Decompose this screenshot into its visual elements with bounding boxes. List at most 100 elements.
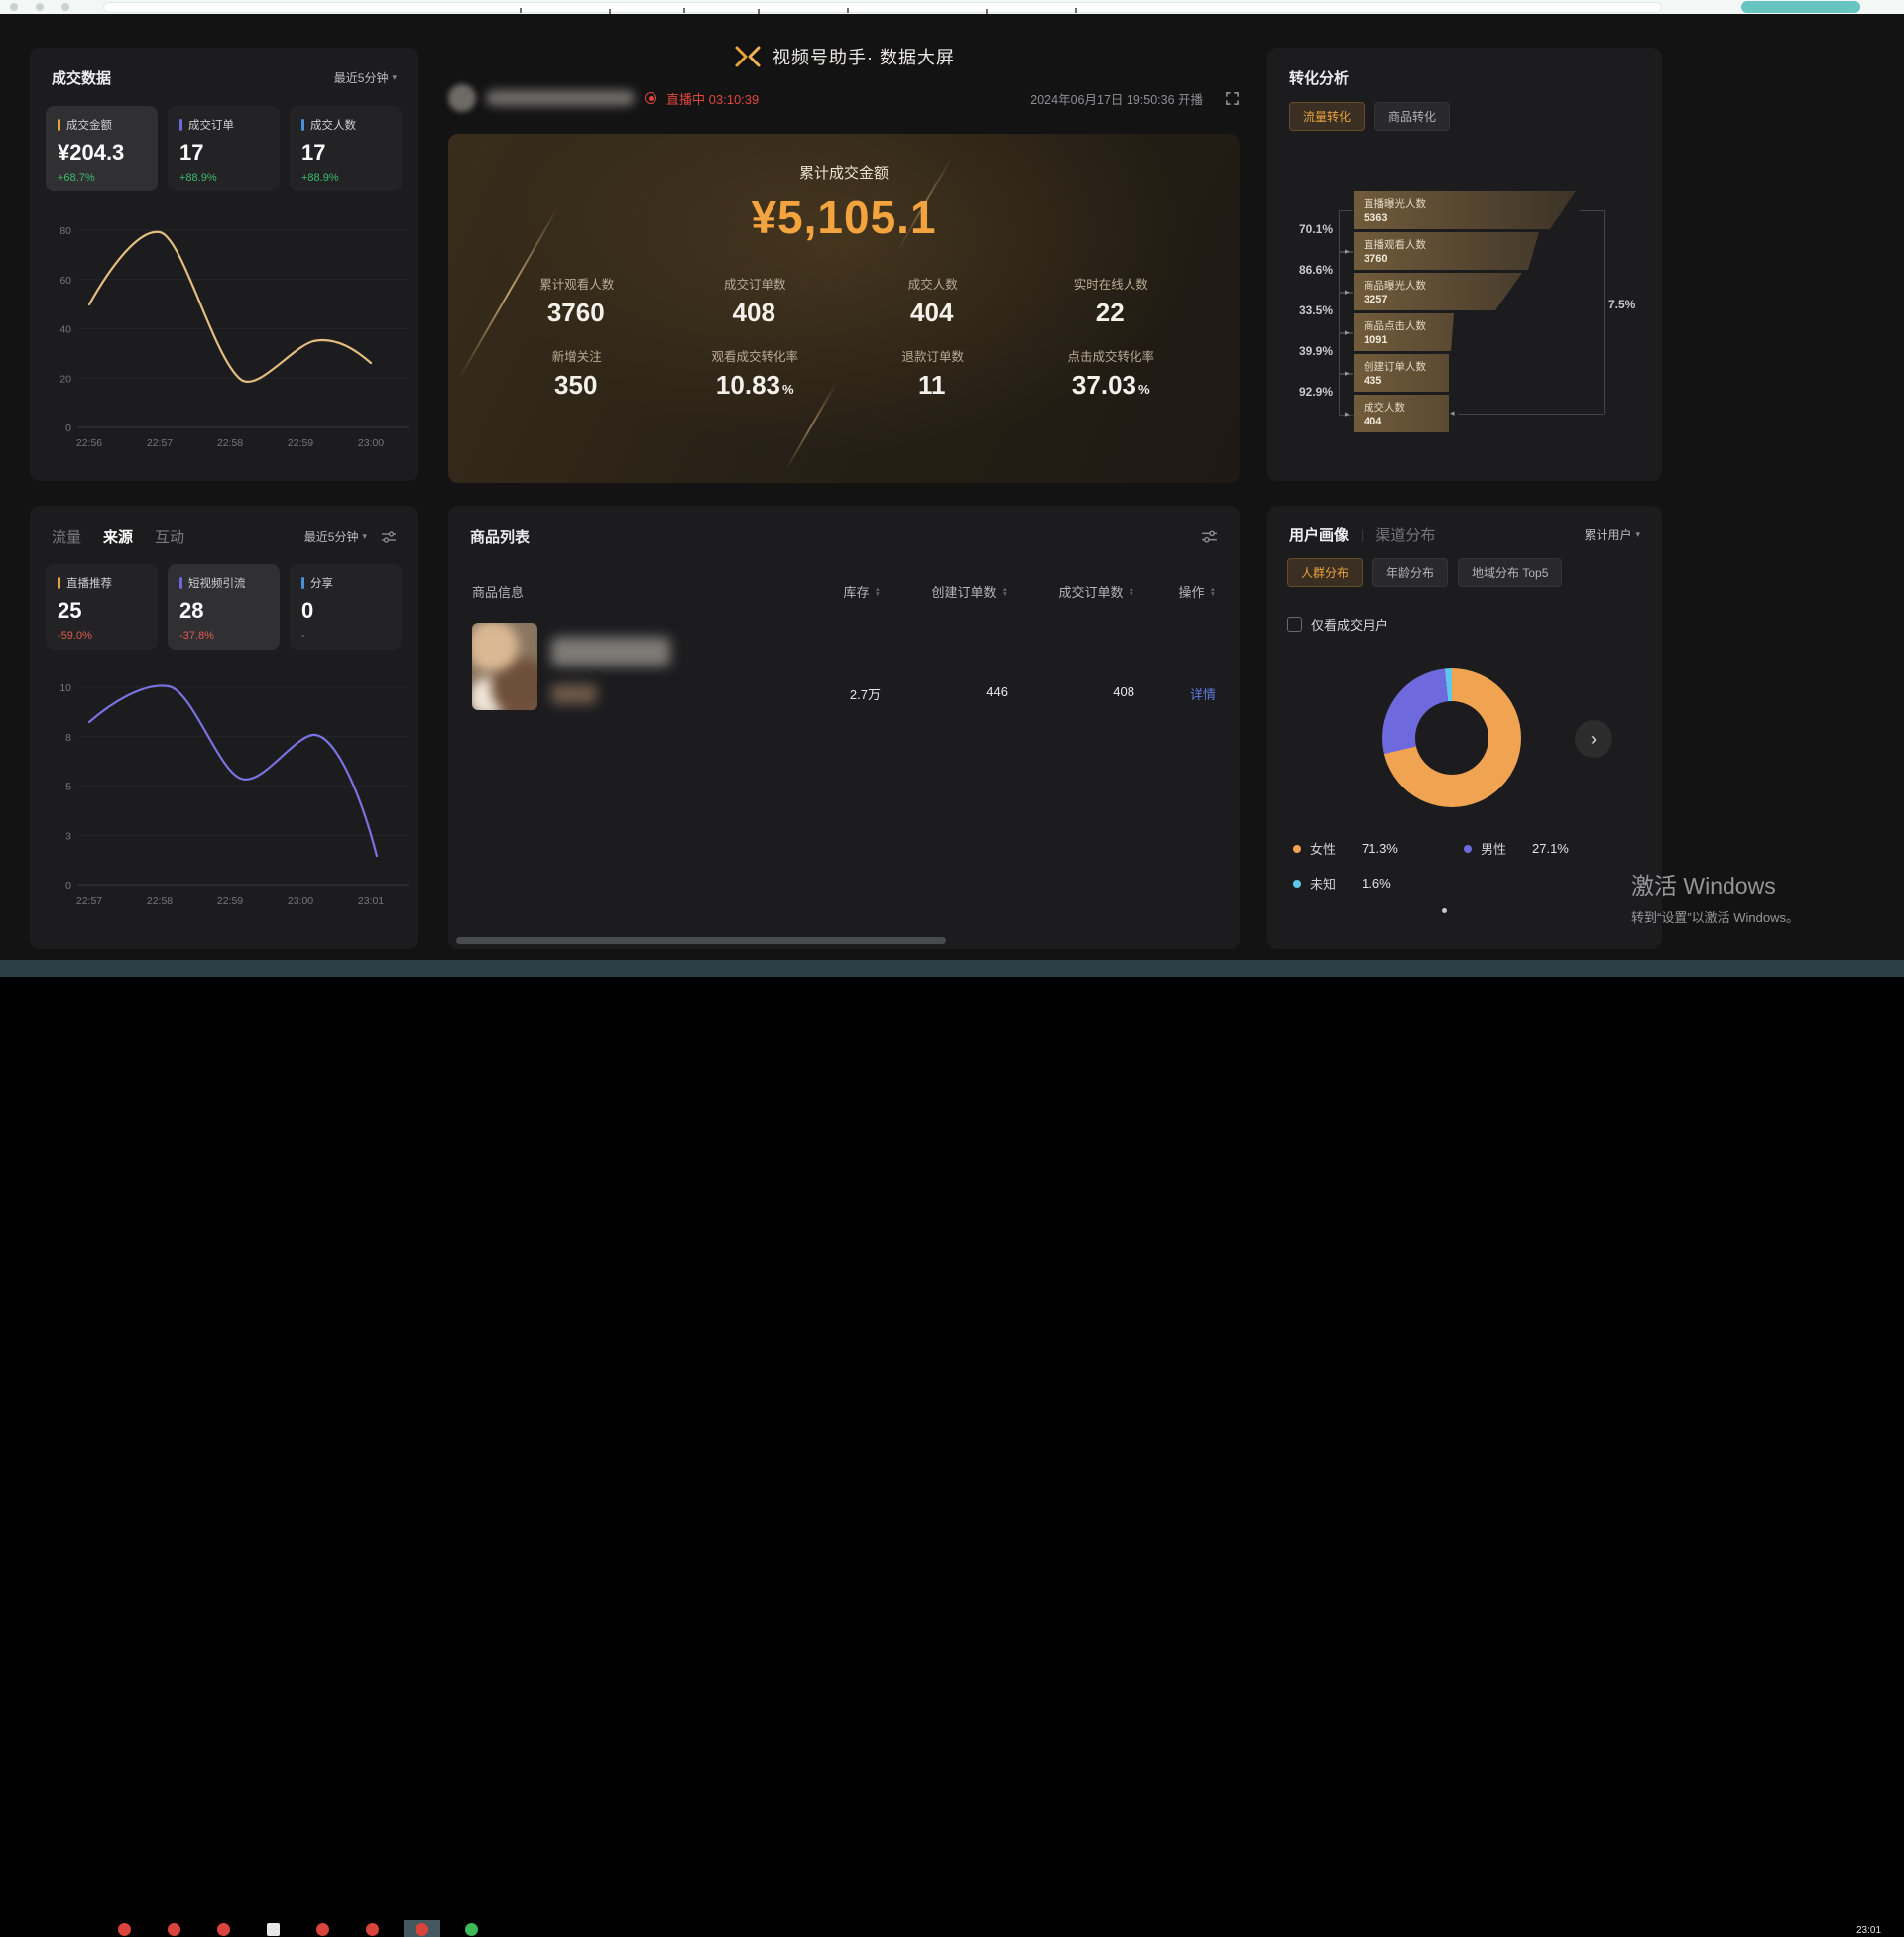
metric-card-live-recommend[interactable]: 直播推荐 25 -59.0% [46, 564, 158, 650]
paid-users-only-checkbox[interactable]: 仅看成交用户 [1287, 615, 1388, 634]
hero-summary-panel: 累计成交金额 ¥5,105.1 累计观看人数3760 成交订单数408 成交人数… [448, 134, 1240, 483]
taskbar-app-icon[interactable] [465, 1923, 478, 1936]
product-tag-blurred [551, 684, 597, 704]
orders-done-cell: 408 [1113, 684, 1134, 699]
column-actions[interactable]: 操作▲▼ [1179, 582, 1216, 601]
taskbar: 23:01 [0, 960, 1904, 977]
next-page-button[interactable]: › [1575, 720, 1612, 758]
taskbar-app-icon[interactable] [217, 1923, 230, 1936]
taskbar-app-icon[interactable] [118, 1923, 131, 1936]
broadcast-start-time: 2024年06月17日 19:50:36 开播 [1030, 89, 1203, 108]
svg-text:22:59: 22:59 [288, 437, 313, 449]
stat-view-conversion: 观看成交转化率10.83% [666, 346, 845, 401]
time-range-dropdown[interactable]: 最近5分钟▾ [334, 69, 397, 86]
taskbar-app-icon[interactable] [168, 1923, 180, 1936]
browser-action-button[interactable] [1741, 1, 1860, 13]
traffic-source-panel: 流量 来源 互动 最近5分钟▾ 直播推荐 25 -59.0% [30, 506, 418, 949]
panel-title: 商品列表 [470, 526, 530, 546]
delta-badge: +88.9% [301, 172, 402, 183]
column-orders-created[interactable]: 创建订单数▲▼ [932, 582, 1008, 601]
step-rate: 39.9% [1275, 344, 1333, 358]
page-title: 视频号助手· 数据大屏 [773, 44, 955, 69]
marker-icon [301, 577, 304, 589]
svg-text:23:01: 23:01 [358, 895, 384, 907]
stat-click-conversion: 点击成交转化率37.03% [1022, 346, 1201, 401]
svg-text:0: 0 [65, 880, 71, 892]
live-dot-icon [645, 92, 656, 104]
column-product-info: 商品信息 [472, 582, 524, 601]
step-rate: 70.1% [1275, 222, 1333, 236]
svg-text:22:56: 22:56 [76, 437, 102, 449]
delta-badge: +88.9% [179, 172, 280, 183]
marker-icon [58, 577, 60, 589]
horizontal-scrollbar[interactable] [456, 937, 946, 944]
hero-amount: ¥5,105.1 [448, 190, 1240, 244]
funnel-stage: 直播曝光人数 5363 [1354, 191, 1592, 229]
taskbar-app-icon[interactable] [316, 1923, 329, 1936]
subtab-region-top5[interactable]: 地域分布 Top5 [1458, 558, 1562, 587]
svg-text:22:58: 22:58 [147, 895, 173, 907]
arrow-right-icon: ▸ [1345, 368, 1350, 379]
tab-traffic[interactable]: 流量 [52, 526, 81, 546]
stat-online-now: 实时在线人数22 [1022, 274, 1201, 328]
time-range-dropdown[interactable]: 最近5分钟▾ [304, 528, 367, 545]
column-orders-done[interactable]: 成交订单数▲▼ [1059, 582, 1134, 601]
live-status: 直播中 03:10:39 [666, 89, 759, 108]
legend-dot-icon [1293, 845, 1301, 853]
marker-icon [179, 119, 182, 131]
product-title-blurred [551, 637, 670, 666]
legend-item-unknown: 未知 1.6% [1293, 874, 1464, 893]
arrow-left-icon: ◂ [1450, 408, 1455, 419]
taskbar-app-icon[interactable] [366, 1923, 379, 1936]
subtab-gender-distribution[interactable]: 人群分布 [1287, 558, 1363, 587]
forward-icon[interactable] [36, 3, 44, 11]
settings-sliders-icon[interactable] [381, 530, 397, 544]
dashboard: 视频号助手· 数据大屏 直播中 03:10:39 2024年06月17日 19:… [0, 14, 1904, 960]
user-range-dropdown[interactable]: 累计用户▾ [1584, 526, 1640, 543]
svg-text:22:58: 22:58 [217, 437, 243, 449]
metric-card-sales-amount[interactable]: 成交金额 ¥204.3 +68.7% [46, 106, 158, 191]
svg-text:23:00: 23:00 [288, 895, 313, 907]
tab-product-conversion[interactable]: 商品转化 [1374, 102, 1450, 131]
svg-text:20: 20 [60, 373, 71, 385]
step-rate: 92.9% [1275, 385, 1333, 399]
source-line-series [89, 685, 377, 856]
reload-icon[interactable] [61, 3, 69, 11]
metric-card-sales-orders[interactable]: 成交订单 17 +88.9% [168, 106, 280, 191]
fullscreen-icon[interactable] [1225, 91, 1240, 106]
checkbox-icon[interactable] [1287, 617, 1302, 632]
metric-card-sales-buyers[interactable]: 成交人数 17 +88.9% [290, 106, 402, 191]
svg-text:22:57: 22:57 [147, 437, 173, 449]
arrow-right-icon: ▸ [1345, 246, 1350, 257]
tab-channel-distribution[interactable]: 渠道分布 [1375, 524, 1435, 545]
tab-source[interactable]: 来源 [103, 526, 133, 546]
delta-badge: +68.7% [58, 172, 158, 183]
conversion-analysis-panel: 转化分析 流量转化 商品转化 直播曝光人数 5363 直播观看人数 3760 商… [1267, 48, 1662, 481]
address-bar[interactable] [103, 2, 1662, 13]
product-image-blurred [472, 623, 537, 710]
avatar [448, 84, 476, 112]
stat-buyer-count: 成交人数404 [844, 274, 1022, 328]
taskbar-app-icon[interactable] [267, 1923, 280, 1936]
svg-text:80: 80 [60, 225, 71, 237]
pagination-dot[interactable] [1442, 908, 1447, 913]
tab-user-portrait[interactable]: 用户画像 [1289, 524, 1349, 545]
taskbar-clock: 23:01 [1856, 1925, 1881, 1936]
column-stock[interactable]: 库存▲▼ [844, 582, 881, 601]
arrow-right-icon: ▸ [1345, 327, 1350, 338]
stat-new-followers: 新增关注350 [488, 346, 666, 401]
svg-text:60: 60 [60, 275, 71, 287]
user-portrait-panel: 用户画像 | 渠道分布 累计用户▾ 人群分布 年龄分布 地域分布 Top5 仅看… [1267, 506, 1662, 949]
sales-data-panel: 成交数据 最近5分钟▾ 成交金额 ¥204.3 +68.7% 成交订单 17 +… [30, 48, 418, 481]
orders-created-cell: 446 [986, 684, 1008, 699]
tab-traffic-conversion[interactable]: 流量转化 [1289, 102, 1365, 131]
back-icon[interactable] [10, 3, 18, 11]
tab-interaction[interactable]: 互动 [155, 526, 184, 546]
taskbar-app-icon[interactable] [416, 1923, 428, 1936]
detail-link[interactable]: 详情 [1190, 684, 1216, 703]
metric-card-short-video[interactable]: 短视频引流 28 -37.8% [168, 564, 280, 650]
filter-sliders-icon[interactable] [1201, 529, 1218, 544]
hero-label: 累计成交金额 [448, 162, 1240, 182]
metric-card-share[interactable]: 分享 0 - [290, 564, 402, 650]
subtab-age-distribution[interactable]: 年龄分布 [1372, 558, 1448, 587]
